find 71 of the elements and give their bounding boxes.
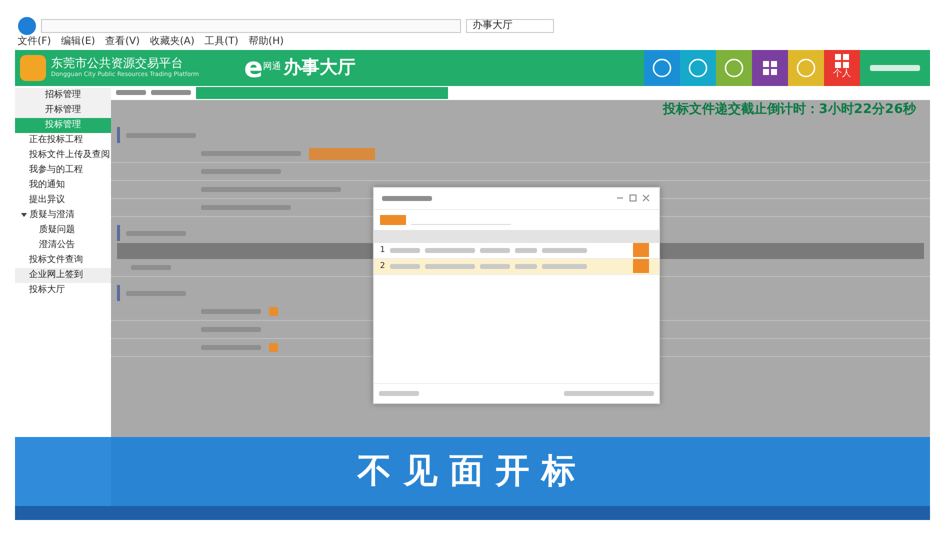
caption-banner: 不见面开标: [15, 437, 930, 506]
sidebar-item[interactable]: 我参与的工程: [15, 163, 111, 178]
table-row[interactable]: 2: [374, 258, 659, 274]
window-controls-icon[interactable]: [615, 194, 651, 202]
sidebar-item[interactable]: 提出异议: [15, 193, 111, 208]
blurred-text: [425, 248, 476, 252]
menu-item[interactable]: 编辑(E): [61, 37, 96, 47]
table-cell: [131, 265, 171, 270]
form-field: [201, 327, 261, 332]
brand-logo: e: [244, 54, 264, 82]
blurred-text: [515, 248, 538, 252]
blurred-text: [425, 264, 476, 268]
hall-title: 办事大厅: [284, 56, 356, 80]
browser-tab[interactable]: 办事大厅: [466, 19, 554, 33]
pagination[interactable]: [564, 390, 654, 396]
sidebar-item[interactable]: 澄清公告: [15, 238, 111, 253]
sidebar-item[interactable]: 我的通知: [15, 178, 111, 193]
grid-icon: [763, 60, 777, 74]
nav-tile[interactable]: [788, 50, 824, 86]
sidebar-item[interactable]: 质疑与澄清: [15, 208, 111, 223]
action-button[interactable]: [309, 148, 375, 160]
form-field: [201, 345, 261, 350]
blurred-text: [390, 248, 420, 252]
operate-button[interactable]: [633, 243, 649, 257]
sidebar-label: 质疑与澄清: [30, 210, 74, 220]
platform-title: 东莞市公共资源交易平台: [51, 56, 184, 70]
sidebar-item[interactable]: 投标文件上传及查阅: [15, 148, 111, 163]
table-row[interactable]: 1: [374, 242, 659, 258]
menu-item[interactable]: 帮助(H): [248, 37, 284, 47]
blurred-text: [542, 264, 588, 268]
address-bar[interactable]: [40, 19, 460, 33]
sidebar-item[interactable]: 招标管理: [15, 88, 111, 103]
sidebar-item[interactable]: 投标文件查询: [15, 253, 111, 268]
menu-item[interactable]: 工具(T): [204, 37, 238, 47]
filter-button[interactable]: [380, 214, 406, 224]
logo-icon: [20, 54, 46, 80]
breadcrumb-tab[interactable]: [116, 90, 146, 95]
circle-icon: [688, 58, 708, 78]
circle-icon: [796, 58, 816, 78]
sidebar-item[interactable]: 开标管理: [15, 103, 111, 118]
menu-item[interactable]: 文件(F): [18, 37, 52, 47]
row-number: 1: [380, 244, 386, 256]
sidebar-item[interactable]: 企业网上签到: [15, 268, 111, 283]
menu-item[interactable]: 查看(V): [105, 37, 140, 47]
upload-icon[interactable]: [269, 307, 278, 316]
sidebar-item[interactable]: 投标大厅: [15, 283, 111, 298]
nav-tile[interactable]: 个人: [824, 50, 860, 86]
upload-icon[interactable]: [269, 343, 278, 352]
nav-tile[interactable]: [716, 50, 752, 86]
nav-tile[interactable]: [644, 50, 680, 86]
sidebar-item[interactable]: 质疑问题: [15, 223, 111, 238]
row-number: 2: [380, 260, 386, 272]
countdown-text: 投标文件递交截止倒计时：3小时22分26秒: [662, 100, 918, 118]
grid-icon: [835, 54, 849, 68]
circle-icon: [652, 58, 672, 78]
blurred-text: [480, 248, 510, 252]
nav-tile[interactable]: [752, 50, 788, 86]
breadcrumb-tab[interactable]: [151, 90, 191, 95]
blurred-text: [390, 264, 420, 268]
back-button[interactable]: [18, 17, 36, 35]
nav-tile[interactable]: [680, 50, 716, 86]
blurred-text: [480, 264, 510, 268]
user-menu[interactable]: [870, 64, 920, 70]
sidebar-item[interactable]: 正在投标工程: [15, 133, 111, 148]
form-field: [201, 309, 261, 314]
brand-text: 网通: [263, 60, 282, 74]
menu-item[interactable]: 收藏夹(A): [150, 37, 194, 47]
blurred-text: [515, 264, 538, 268]
circle-icon: [724, 58, 744, 78]
operate-button[interactable]: [633, 259, 649, 273]
blurred-text: [542, 248, 588, 252]
